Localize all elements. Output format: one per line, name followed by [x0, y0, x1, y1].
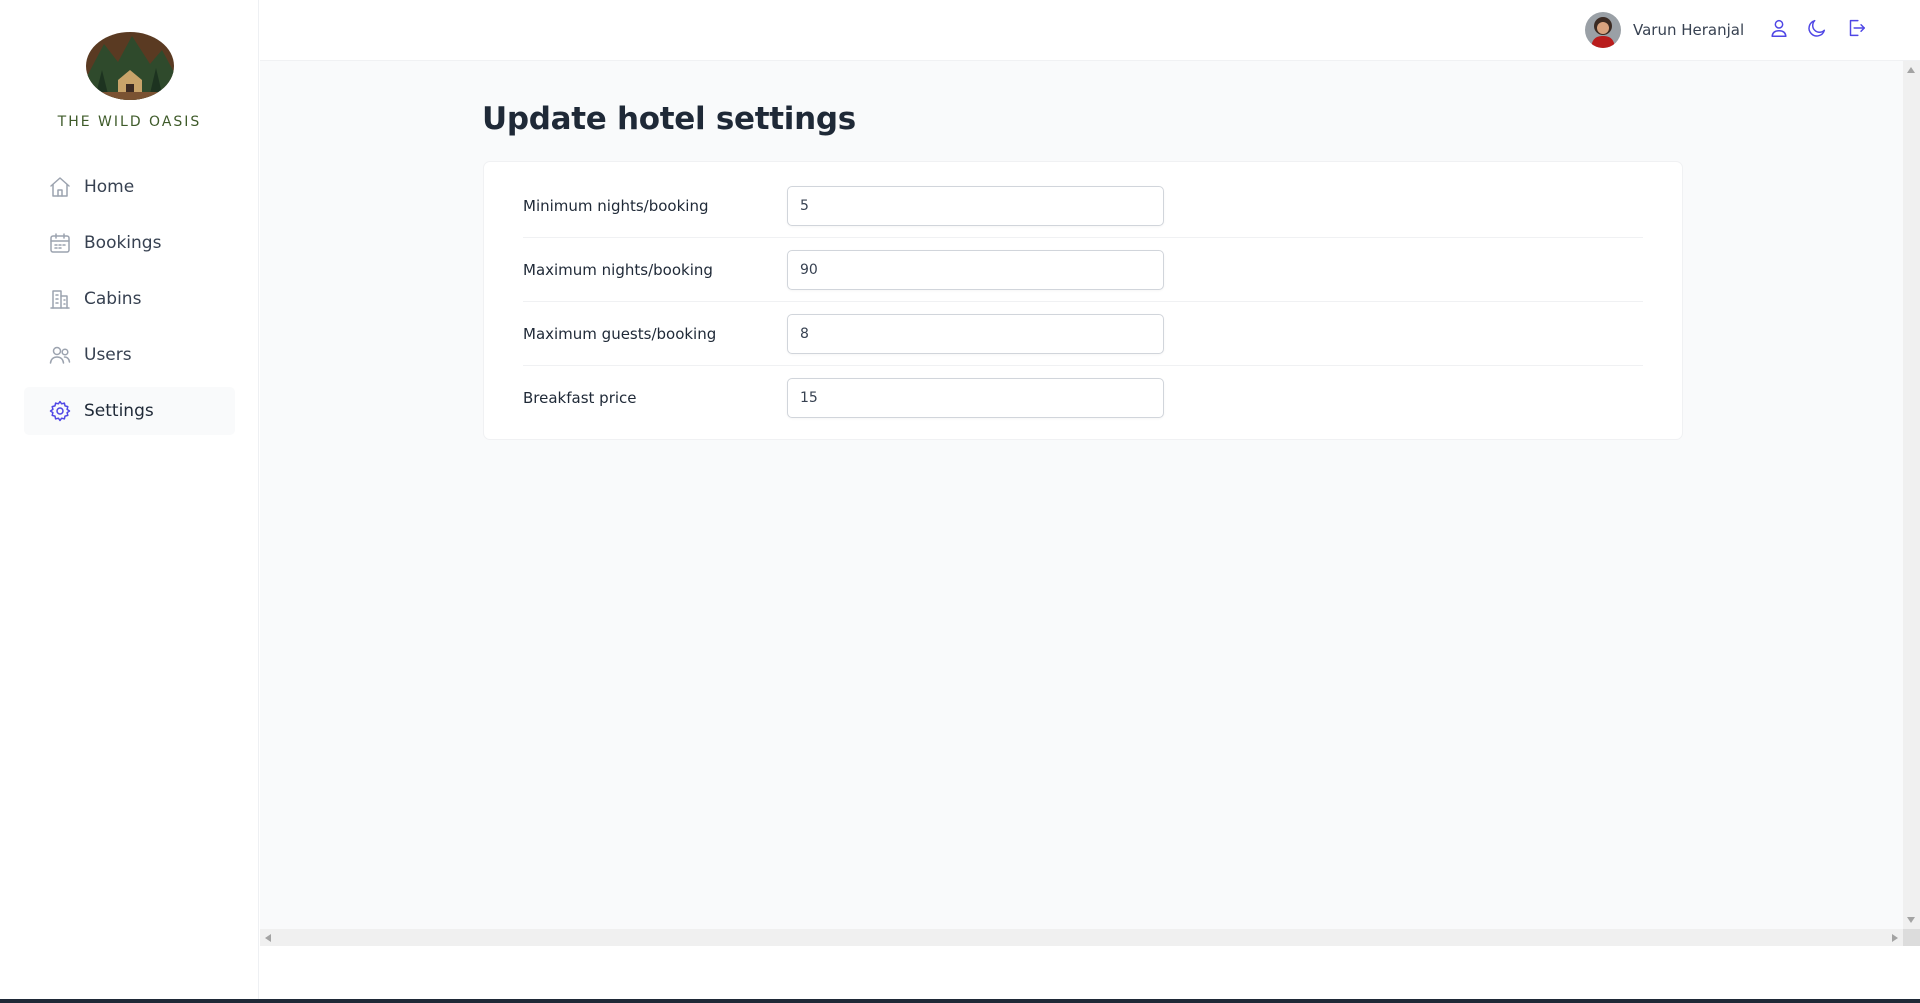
sidebar-item-label: Cabins — [84, 289, 142, 309]
form-row-min-nights: Minimum nights/booking — [523, 174, 1643, 238]
field-label: Maximum guests/booking — [523, 324, 717, 343]
main-nav: Home Bookings Cabins Users Settings — [24, 163, 235, 443]
bottom-edge — [0, 999, 1920, 1003]
calendar-icon — [48, 231, 72, 255]
settings-form: Minimum nights/booking Maximum nights/bo… — [483, 161, 1683, 440]
breakfast-price-input[interactable] — [787, 378, 1164, 418]
sidebar-item-cabins[interactable]: Cabins — [24, 275, 235, 323]
scroll-up-arrow-icon[interactable] — [1907, 67, 1915, 73]
logo[interactable]: THE WILD OASIS — [0, 30, 259, 130]
logout-icon[interactable] — [1845, 17, 1869, 41]
sidebar-item-bookings[interactable]: Bookings — [24, 219, 235, 267]
brand-name: THE WILD OASIS — [57, 114, 202, 130]
sidebar-item-label: Bookings — [84, 233, 162, 253]
sidebar-item-label: Home — [84, 177, 135, 197]
user-icon[interactable] — [1768, 17, 1792, 41]
avatar — [1585, 12, 1621, 48]
field-label: Maximum nights/booking — [523, 260, 713, 279]
scroll-left-arrow-icon[interactable] — [265, 934, 271, 942]
min-nights-input[interactable] — [787, 185, 1164, 226]
scroll-right-arrow-icon[interactable] — [1892, 934, 1898, 942]
field-label: Breakfast price — [523, 389, 637, 407]
sidebar: THE WILD OASIS Home Bookings Cabins User… — [0, 0, 259, 999]
scrollbar-corner — [1903, 929, 1920, 946]
page-title: Update hotel settings — [482, 101, 856, 137]
moon-icon[interactable] — [1806, 17, 1830, 41]
top-header: Varun Heranjal — [260, 0, 1920, 61]
vertical-scrollbar[interactable] — [1903, 61, 1920, 929]
scroll-down-arrow-icon[interactable] — [1907, 917, 1915, 923]
user-profile[interactable]: Varun Heranjal — [1585, 12, 1744, 48]
users-icon — [48, 343, 72, 367]
sidebar-item-users[interactable]: Users — [24, 331, 235, 379]
logo-image — [85, 32, 174, 100]
home-icon — [48, 175, 72, 199]
horizontal-scrollbar[interactable] — [260, 929, 1903, 946]
form-row-breakfast-price: Breakfast price — [523, 366, 1643, 430]
sidebar-item-home[interactable]: Home — [24, 163, 235, 211]
main-content: Update hotel settings Minimum nights/boo… — [260, 61, 1903, 929]
form-row-max-guests: Maximum guests/booking — [523, 302, 1643, 366]
gear-icon — [48, 399, 72, 423]
field-label: Minimum nights/booking — [523, 196, 709, 215]
building-icon — [48, 287, 72, 311]
max-guests-input[interactable] — [787, 313, 1164, 354]
sidebar-item-label: Users — [84, 345, 132, 365]
sidebar-item-label: Settings — [84, 401, 154, 421]
form-row-max-nights: Maximum nights/booking — [523, 238, 1643, 302]
max-nights-input[interactable] — [787, 249, 1164, 290]
sidebar-item-settings[interactable]: Settings — [24, 387, 235, 435]
user-name: Varun Heranjal — [1633, 21, 1745, 39]
